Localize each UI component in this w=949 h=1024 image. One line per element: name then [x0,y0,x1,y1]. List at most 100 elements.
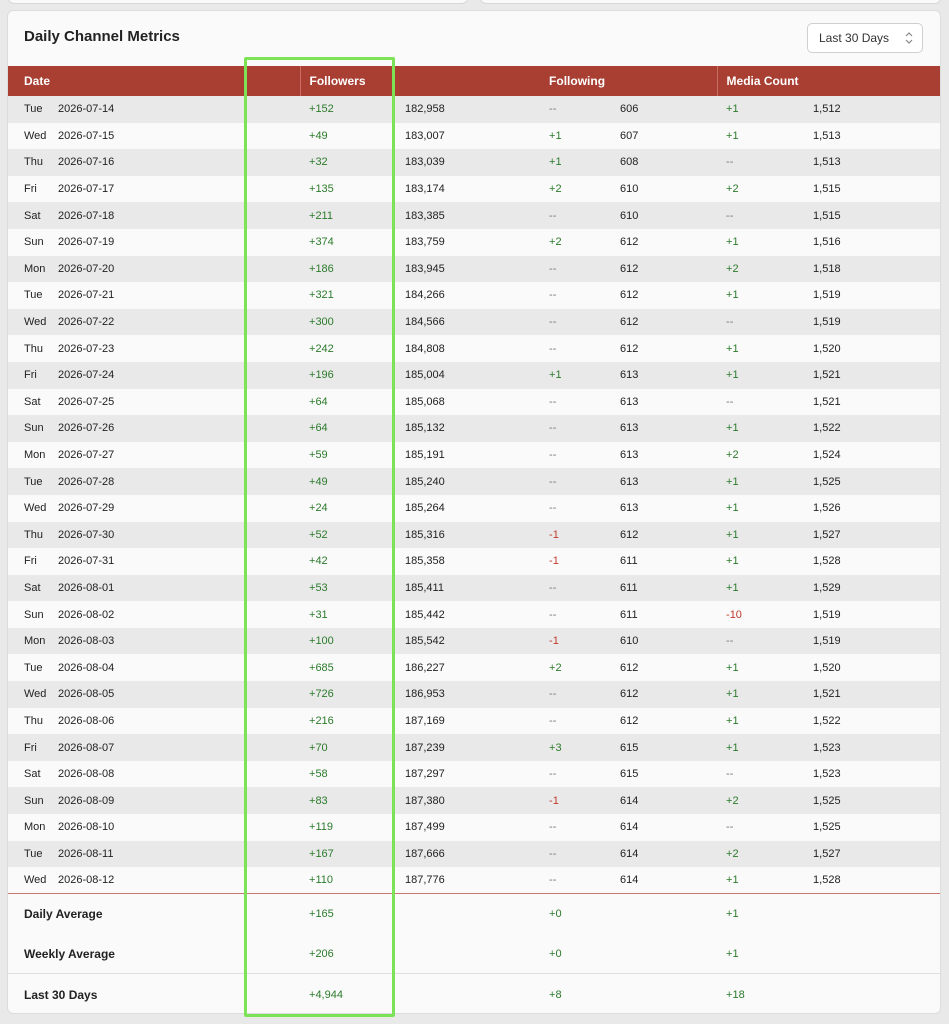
row-following-total: 612 [620,714,639,727]
row-following-change: -- [549,475,557,488]
row-media-total: 1,522 [813,422,841,435]
column-header-following[interactable]: Following [540,66,717,96]
row-day-of-week: Tue [24,289,43,302]
table-row: Thu 2026-07-30 +52 185,316 -1 612 +1 1,527 [8,521,940,549]
row-date: 2026-08-03 [58,635,115,648]
row-followers-total: 185,240 [405,475,445,488]
row-day-of-week: Fri [24,741,37,754]
row-following-total: 608 [620,156,639,169]
row-media-change: +1 [726,874,739,887]
row-media-total: 1,519 [813,316,841,329]
row-media-total: 1,528 [813,555,841,568]
row-following-total: 613 [620,422,639,435]
summary-media: +18 [717,973,940,1013]
row-followers-change: +42 [309,555,328,568]
table-row: Wed 2026-07-15 +49 183,007 +1 607 +1 1,513 [8,122,940,150]
row-date: 2026-08-05 [58,688,115,701]
row-followers-change: +110 [309,874,333,887]
table-row: Tue 2026-07-28 +49 185,240 -- 613 +1 1,525 [8,468,940,495]
row-following-total: 612 [620,236,639,249]
row-following-change: -- [549,714,557,727]
table-row: Thu 2026-07-16 +32 183,039 +1 608 -- 1,513 [8,149,940,176]
row-media-change: +1 [726,475,739,488]
top-strip [0,0,949,6]
row-following-total: 613 [620,502,639,515]
row-following-total: 612 [620,316,639,329]
row-date: 2026-07-21 [58,289,115,302]
column-header-followers[interactable]: Followers [299,66,541,96]
row-media-change: +2 [726,847,739,860]
range-select-value: Last 30 Days [819,31,890,45]
row-day-of-week: Sun [24,422,44,435]
table-row: Wed 2026-07-22 +300 184,566 -- 612 -- 1,519 [8,308,940,336]
table-row: Sat 2026-07-18 +211 183,385 -- 610 -- 1,515 [8,202,940,229]
row-following-change: -- [549,821,557,834]
row-date: 2026-08-06 [58,714,115,727]
row-followers-change: +52 [309,528,328,541]
row-date: 2026-07-29 [58,502,115,515]
table-row: Sun 2026-07-19 +374 183,759 +2 612 +1 1,516 [8,228,940,256]
table-row: Sun 2026-07-26 +64 185,132 -- 613 +1 1,522 [8,415,940,442]
row-date: 2026-07-19 [58,236,115,249]
row-following-change: -- [549,449,557,462]
row-media-total: 1,527 [813,528,841,541]
row-following-change: -- [549,847,557,860]
row-date: 2026-08-10 [58,821,115,834]
column-header-media-count[interactable]: Media Count [716,66,940,96]
row-followers-change: +119 [309,821,333,834]
row-followers-change: +216 [309,714,334,727]
row-media-change: +1 [726,103,739,116]
row-day-of-week: Sun [24,794,44,807]
row-media-change: +1 [726,555,739,568]
row-date: 2026-07-17 [58,183,115,196]
row-followers-total: 185,411 [405,581,444,594]
row-following-total: 612 [620,289,639,302]
row-followers-change: +167 [309,847,334,860]
row-day-of-week: Wed [24,316,47,329]
row-media-total: 1,518 [813,262,841,275]
row-day-of-week: Mon [24,449,46,462]
row-following-total: 614 [620,794,639,807]
table-header: Date Followers Following Media Count [8,66,940,96]
row-following-total: 606 [620,103,639,116]
row-followers-change: +135 [309,183,334,196]
row-date: 2026-07-31 [58,555,115,568]
column-header-date[interactable]: Date [8,66,300,96]
row-followers-total: 184,566 [405,316,445,329]
row-day-of-week: Fri [24,555,37,568]
row-media-change: -- [726,209,734,222]
row-media-total: 1,512 [813,103,841,116]
row-day-of-week: Mon [24,262,46,275]
row-day-of-week: Tue [24,661,43,674]
daily-rows: Tue 2026-07-14 +152 182,958 -- 606 +1 1,512 Wed 2… [8,96,940,894]
row-day-of-week: Thu [24,714,43,727]
row-following-change: -- [549,262,557,275]
row-following-total: 615 [620,768,639,781]
table-row: Sun 2026-08-02 +31 185,442 -- 611 -10 1,519 [8,601,940,628]
row-media-total: 1,513 [813,156,841,169]
row-following-change: -- [549,342,557,355]
row-media-total: 1,520 [813,342,841,355]
row-followers-total: 187,499 [405,821,445,834]
row-media-total: 1,519 [813,289,841,302]
summary-media: +1 [726,947,739,960]
row-followers-total: 184,266 [405,289,445,302]
row-followers-total: 185,132 [405,422,445,435]
summary-followers: +206 [309,947,334,960]
row-followers-total: 185,316 [405,528,445,541]
row-followers-total: 182,958 [405,103,445,116]
table-row: Fri 2026-08-07 +70 187,239 +3 615 +1 1,523 [8,734,940,761]
row-date: 2026-07-25 [58,395,115,408]
row-following-change: -- [549,581,557,594]
row-date: 2026-07-30 [58,528,115,541]
row-day-of-week: Fri [24,369,37,382]
table-row: Mon 2026-07-20 +186 183,945 -- 612 +2 1,518 [8,255,940,283]
range-select[interactable]: Last 30 Days [807,23,923,53]
row-day-of-week: Tue [24,103,43,116]
card-header: Daily Channel Metrics Last 30 Days [8,11,940,66]
row-followers-total: 185,542 [405,635,445,648]
table-row: Sun 2026-08-09 +83 187,380 -1 614 +2 1,525 [8,787,940,815]
summary-following: +8 [540,973,718,1013]
row-followers-change: +59 [309,449,328,462]
row-day-of-week: Sun [24,236,44,249]
